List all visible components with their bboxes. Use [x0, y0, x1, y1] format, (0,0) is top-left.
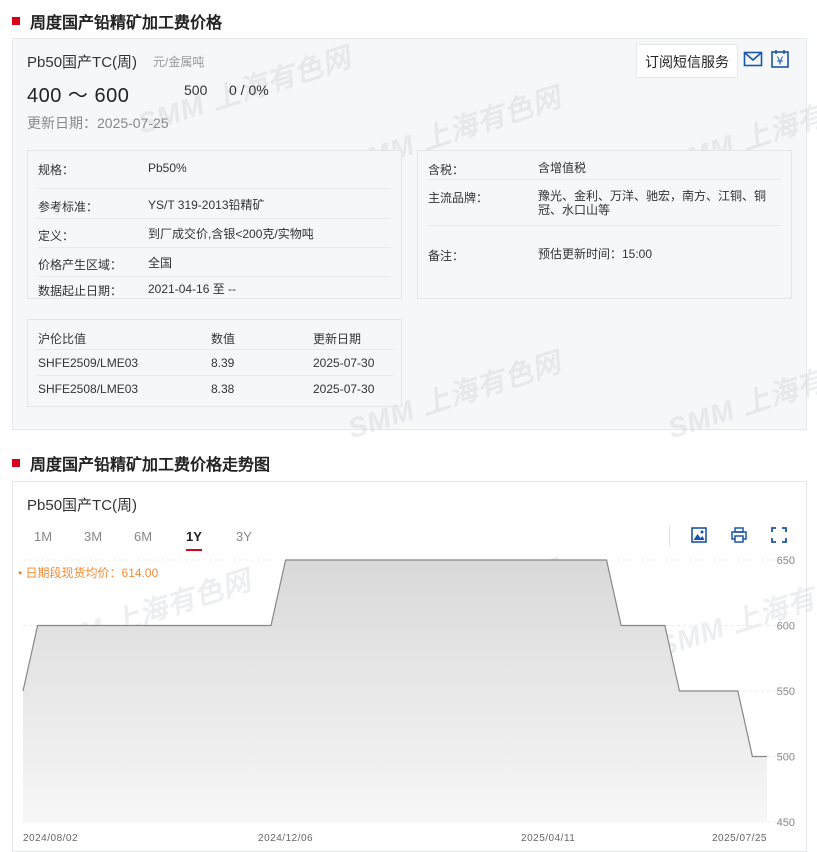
x-tick-label: 2024/08/02: [23, 833, 78, 844]
info-key: 定义：: [38, 229, 75, 243]
price-calendar-icon[interactable]: ¥: [770, 49, 790, 69]
section-marker: [12, 459, 20, 467]
update-date: 更新日期：2025-07-25: [27, 115, 169, 131]
column-header: 沪伦比值: [38, 332, 87, 346]
info-value: 到厂成交价,含银<200克/实物吨: [148, 227, 314, 241]
info-row: 主流品牌： 豫光、金利、万洋、驰宏，南方、江铜、铜冠、水口山等: [428, 181, 781, 226]
mail-icon[interactable]: [743, 49, 763, 69]
info-value: 豫光、金利、万洋、驰宏，南方、江铜、铜冠、水口山等: [538, 189, 767, 217]
x-tick-label: 2025/07/25: [712, 833, 767, 844]
watermark: SMM 上海有色网: [664, 346, 817, 445]
table-header-row: 沪伦比值 数值 更新日期: [36, 324, 393, 350]
table-cell: 8.39: [211, 356, 235, 370]
info-key: 主流品牌：: [428, 191, 489, 205]
y-tick-label: 600: [777, 621, 795, 633]
info-row: 定义： 到厂成交价,含银<200克/实物吨: [38, 219, 391, 248]
table-cell: 2025-07-30: [313, 356, 375, 370]
table-row: SHFE2508/LME03 8.38 2025-07-30: [36, 376, 393, 402]
chart-card: Pb50国产TC(周) 1M 3M 6M 1Y 3Y • 日期段现货均价：614…: [12, 481, 817, 852]
spec-info-right: 含税： 含增值税 主流品牌： 豫光、金利、万洋、驰宏，南方、江铜、铜冠、水口山等…: [417, 150, 792, 299]
info-key: 数据起止日期：: [38, 284, 123, 298]
table-cell: 8.38: [211, 382, 235, 396]
price-trend-chart: 450 500 550 600 650 2024/08/02 2024/12/06 2025/…: [22, 555, 797, 844]
subscribe-sms-button[interactable]: 订阅短信服务: [636, 44, 738, 78]
x-tick-label: 2024/12/06: [258, 833, 313, 844]
price-unit: 元/金属吨: [153, 55, 205, 69]
info-value: 2021-04-16 至 --: [148, 282, 237, 296]
info-row: 数据起止日期： 2021-04-16 至 --: [38, 277, 391, 299]
table-row: SHFE2509/LME03 8.39 2025-07-30: [36, 350, 393, 376]
info-value: Pb50%: [148, 161, 187, 175]
section-marker: [12, 17, 20, 25]
section-title-text: 周度国产铅精矿加工费价格: [30, 15, 223, 32]
column-header: 更新日期: [313, 332, 362, 346]
info-key: 参考标准：: [38, 200, 99, 214]
svg-text:¥: ¥: [777, 55, 784, 68]
info-value: 预估更新时间：15:00: [538, 247, 653, 261]
section-title-trend: 周度国产铅精矿加工费价格走势图: [12, 451, 270, 475]
x-tick-label: 2025/04/11: [521, 833, 575, 844]
info-row: 价格产生区域： 全国: [38, 248, 391, 277]
series-area: [23, 560, 767, 822]
info-row: 含税： 含增值税: [428, 161, 781, 180]
y-tick-label: 650: [777, 555, 795, 567]
column-header: 数值: [211, 332, 236, 346]
info-row: 规格： Pb50%: [38, 161, 391, 189]
price-card: SMM 上海有色网 SMM 上海有色网 SMM 上海有色网 SMM 上海有色网 …: [12, 38, 817, 444]
info-key: 备注：: [428, 249, 465, 263]
mid-price: 500: [184, 82, 208, 98]
table-cell: SHFE2508/LME03: [38, 382, 139, 396]
price-range: 400 ～ 600: [27, 85, 130, 107]
table-cell: SHFE2509/LME03: [38, 356, 139, 370]
info-key: 含税：: [428, 163, 465, 177]
spec-info-left: 规格： Pb50% 参考标准： YS/T 319-2013铅精矿 定义： 到厂成…: [27, 150, 402, 299]
section-title-price: 周度国产铅精矿加工费价格: [12, 9, 222, 33]
y-tick-label: 550: [777, 686, 795, 698]
info-value: 全国: [148, 256, 173, 270]
info-value: YS/T 319-2013铅精矿: [148, 198, 265, 212]
section-title-text: 周度国产铅精矿加工费价格走势图: [30, 457, 271, 474]
info-row: 参考标准： YS/T 319-2013铅精矿: [38, 190, 391, 219]
ratio-table: 沪伦比值 数值 更新日期 SHFE2509/LME03 8.39 2025-07…: [27, 319, 402, 407]
product-name: Pb50国产TC(周): [27, 54, 138, 71]
y-tick-label: 450: [777, 817, 795, 829]
info-key: 规格：: [38, 163, 75, 177]
table-cell: 2025-07-30: [313, 382, 375, 396]
info-row: 备注： 预估更新时间：15:00: [428, 239, 781, 263]
info-key: 价格产生区域：: [38, 258, 123, 272]
info-value: 含增值税: [538, 161, 587, 175]
price-change: 0 / 0%: [229, 82, 269, 98]
y-tick-label: 500: [777, 752, 795, 764]
